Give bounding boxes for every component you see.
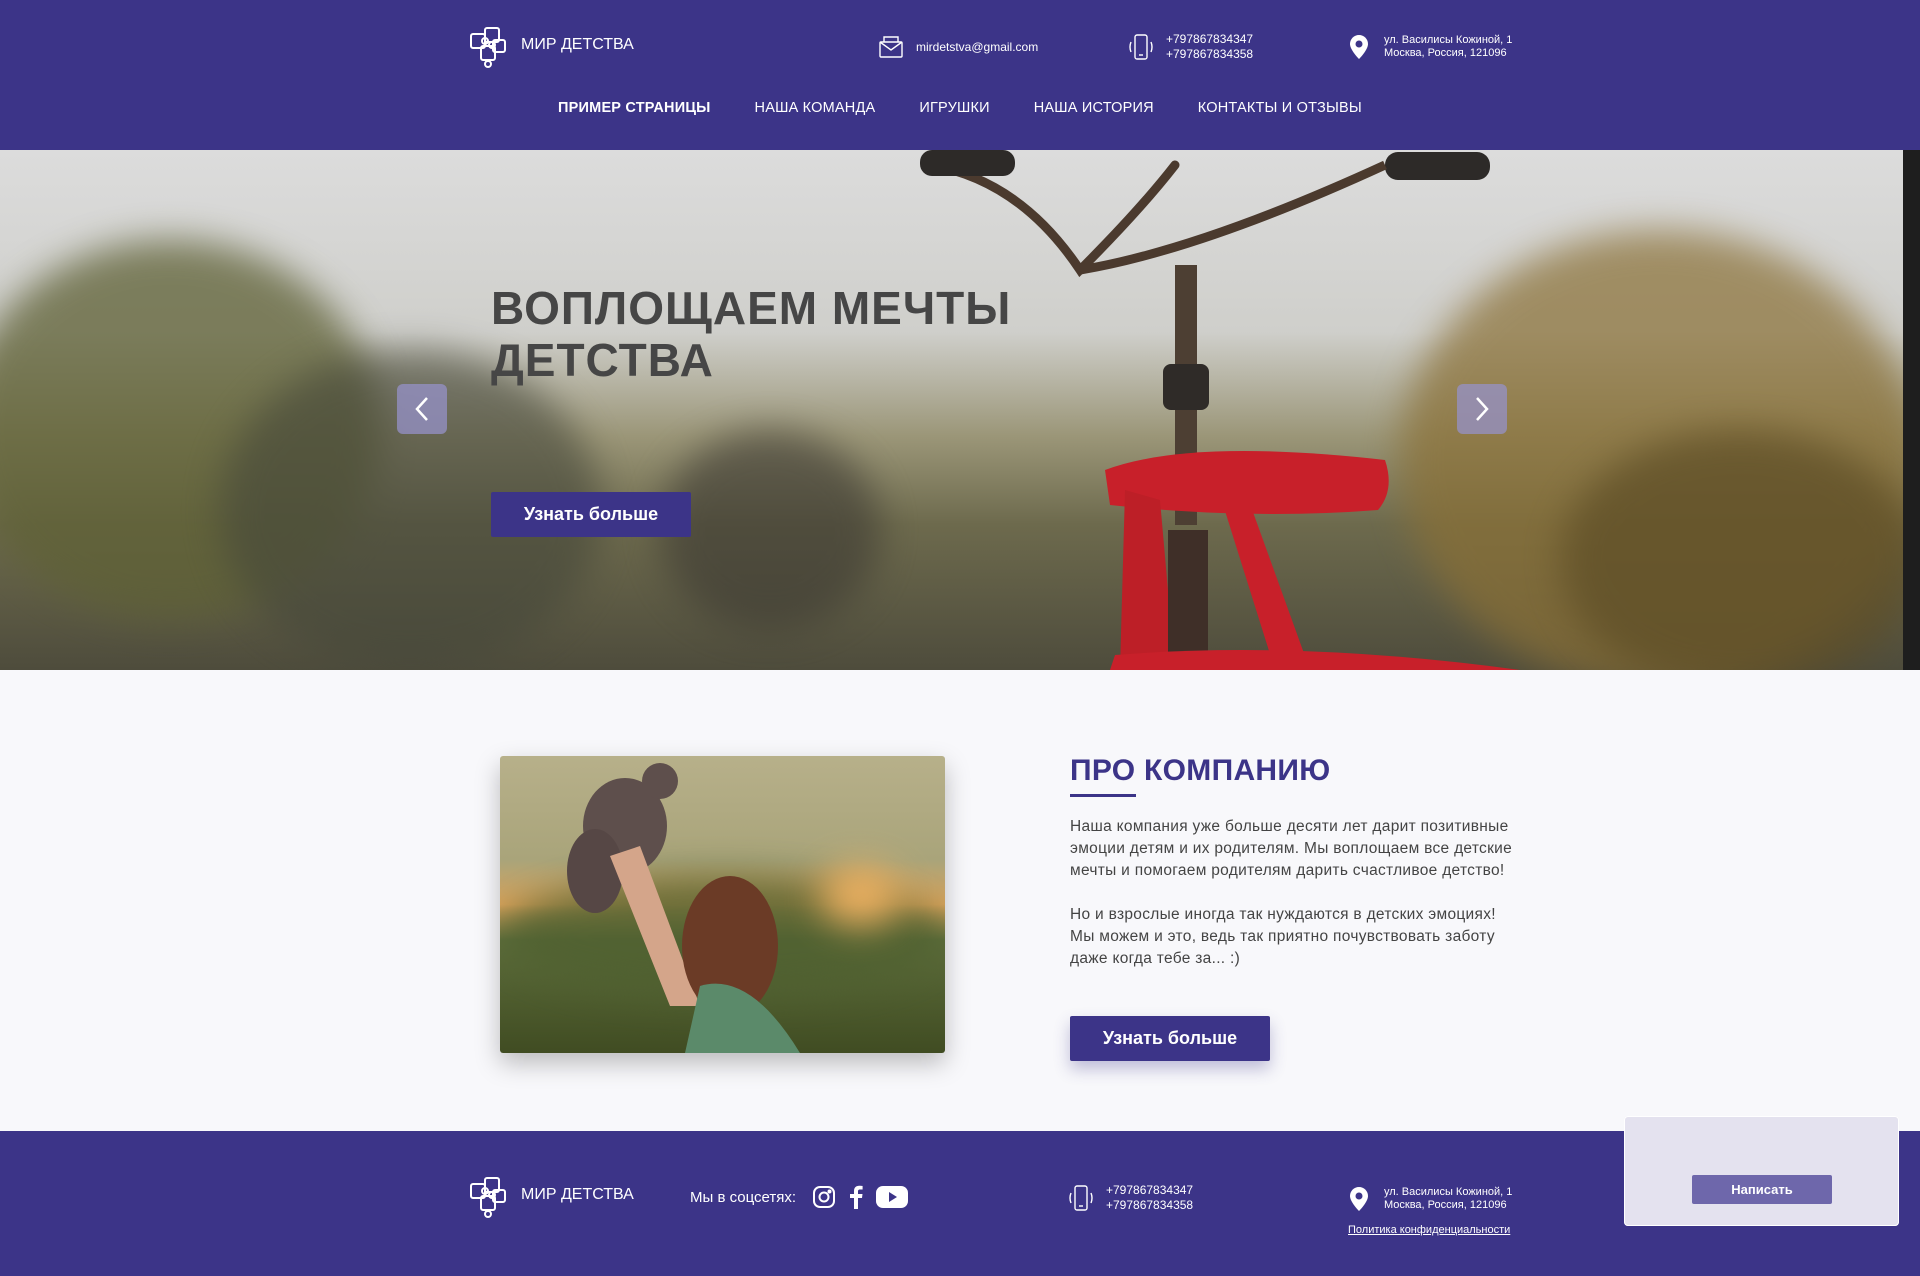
nav-item-contacts[interactable]: КОНТАКТЫ И ОТЗЫВЫ xyxy=(1198,100,1362,116)
email-text: mirdetstva@gmail.com xyxy=(916,39,1039,54)
slider-prev-button[interactable] xyxy=(397,384,447,434)
footer-address[interactable]: ул. Василисы Кожиной, 1 Москва, Россия, … xyxy=(1350,1186,1512,1212)
privacy-policy-link[interactable]: Политика конфиденциальности xyxy=(1348,1224,1510,1236)
nav-item-toys[interactable]: ИГРУШКИ xyxy=(919,100,989,116)
about-paragraph-2: Но и взрослые иногда так нуждаются в дет… xyxy=(1070,906,1496,967)
about-photo-girl-teddy-bear xyxy=(500,756,945,1053)
tricycle-image xyxy=(920,150,1520,670)
location-pin-icon xyxy=(1350,35,1368,59)
about-title-underline xyxy=(1070,794,1136,797)
hero-scrollbar[interactable] xyxy=(1903,150,1920,670)
footer-address-line-1: ул. Василисы Кожиной, 1 xyxy=(1384,1186,1513,1198)
location-pin-icon xyxy=(1350,1187,1368,1211)
header-address[interactable]: ул. Василисы Кожиной, 1 Москва, Россия, … xyxy=(1350,34,1512,60)
mail-icon xyxy=(879,36,903,58)
nav-item-example-page[interactable]: ПРИМЕР СТРАНИЦЫ xyxy=(558,100,710,116)
footer-phone-1: +797867834347 xyxy=(1106,1183,1194,1197)
address-line-2: Москва, Россия, 121096 xyxy=(1384,47,1507,59)
puzzle-logo-icon xyxy=(470,27,506,68)
phone-1: +797867834347 xyxy=(1166,32,1254,46)
main-nav: ПРИМЕР СТРАНИЦЫ НАША КОМАНДА ИГРУШКИ НАШ… xyxy=(0,100,1920,116)
footer-phone-2: +797867834358 xyxy=(1106,1198,1194,1212)
hero-slider: ВОПЛОЩАЕМ МЕЧТЫ ДЕТСТВА Узнать больше xyxy=(0,150,1903,670)
hero-learn-more-button[interactable]: Узнать больше xyxy=(491,492,691,537)
logo[interactable]: МИР ДЕТСТВА xyxy=(463,20,634,70)
chevron-right-icon xyxy=(1476,397,1489,421)
nav-item-team[interactable]: НАША КОМАНДА xyxy=(755,100,876,116)
header-email[interactable]: mirdetstva@gmail.com xyxy=(878,34,1038,60)
about-title-text: ПРО КОМПАНИЮ xyxy=(1070,754,1331,787)
facebook-icon[interactable] xyxy=(848,1185,864,1209)
footer-social: Мы в соцсетях: xyxy=(690,1185,920,1209)
address-line-1: ул. Василисы Кожиной, 1 xyxy=(1384,34,1513,46)
phone-2: +797867834358 xyxy=(1166,47,1254,61)
social-label: Мы в соцсетях: xyxy=(690,1188,797,1206)
hero-title-line-1: ВОПЛОЩАЕМ МЕЧТЫ xyxy=(491,282,1012,334)
site-header: МИР ДЕТСТВА mirdetstva@gmail.com +797867… xyxy=(0,0,1920,150)
footer-address-line-2: Москва, Россия, 121096 xyxy=(1384,1199,1507,1211)
phone-icon xyxy=(1069,1185,1093,1211)
hero-title: ВОПЛОЩАЕМ МЕЧТЫ ДЕТСТВА xyxy=(491,282,1051,386)
footer-logo[interactable]: МИР ДЕТСТВА xyxy=(463,1170,634,1220)
slider-next-button[interactable] xyxy=(1457,384,1507,434)
youtube-icon[interactable] xyxy=(876,1185,909,1209)
header-phones[interactable]: +797867834347 +797867834358 xyxy=(1128,32,1253,62)
nav-item-history[interactable]: НАША ИСТОРИЯ xyxy=(1034,100,1154,116)
write-message-button[interactable]: Написать xyxy=(1692,1175,1832,1204)
about-title: ПРО КОМПАНИЮ xyxy=(1070,754,1331,797)
footer-logo-text: МИР ДЕТСТВА xyxy=(521,1186,634,1203)
about-learn-more-button[interactable]: Узнать больше xyxy=(1070,1016,1270,1061)
puzzle-logo-icon xyxy=(470,1177,506,1218)
chevron-left-icon xyxy=(415,397,428,421)
about-paragraph-1: Наша компания уже больше десяти лет дари… xyxy=(1070,818,1513,879)
about-text: Наша компания уже больше десяти лет дари… xyxy=(1070,816,1520,992)
chat-widget: Написать xyxy=(1624,1116,1899,1226)
instagram-icon[interactable] xyxy=(812,1185,836,1209)
phone-icon xyxy=(1129,34,1153,60)
logo-text: МИР ДЕТСТВА xyxy=(521,36,634,53)
hero-title-line-2: ДЕТСТВА xyxy=(491,334,714,386)
footer-phones[interactable]: +797867834347 +797867834358 xyxy=(1068,1183,1193,1213)
